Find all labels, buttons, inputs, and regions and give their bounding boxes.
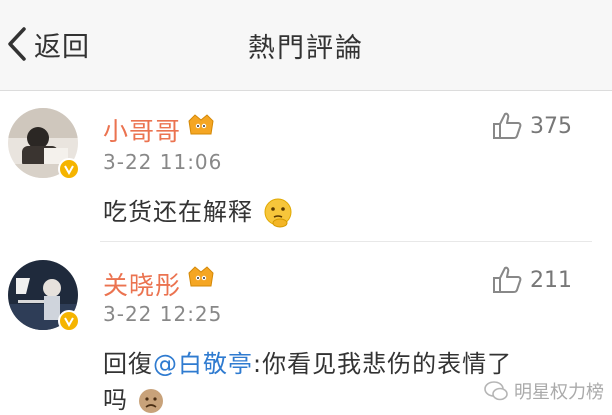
- comment-text: 吃货还在解释: [103, 192, 294, 229]
- thumbs-up-icon: [493, 266, 522, 293]
- thumbs-up-icon: [493, 112, 522, 139]
- comment-text-body: :你看见我悲伤的表情了: [253, 350, 513, 378]
- comment-text-continuation: 吗: [103, 386, 128, 414]
- top-nav-bar: 返回 熱門評論: [0, 0, 612, 91]
- like-button[interactable]: 211: [492, 266, 572, 294]
- comment-divider: [100, 241, 592, 242]
- comment-username[interactable]: 关晓彤: [103, 266, 181, 302]
- like-button[interactable]: 375: [492, 112, 572, 140]
- avatar[interactable]: [8, 108, 80, 180]
- watermark: 明星权力榜: [484, 378, 604, 404]
- comment-text-body: 吃货还在解释: [103, 198, 253, 226]
- mention-link[interactable]: @白敬亭: [153, 350, 253, 378]
- comment-text-line2: 吗: [103, 380, 165, 415]
- avatar[interactable]: [8, 260, 80, 332]
- like-count: 375: [530, 113, 572, 139]
- watermark-text: 明星权力榜: [514, 382, 604, 403]
- comment-item: 小哥哥 3-22 11:06 375 吃货还在解释: [0, 92, 612, 242]
- page-title: 熱門評論: [248, 33, 364, 64]
- comment-username[interactable]: 小哥哥: [103, 112, 181, 148]
- vip-crown-icon: [188, 266, 214, 287]
- thinking-face-icon: [264, 198, 292, 228]
- vip-crown-icon: [188, 114, 214, 135]
- verified-badge-icon: [58, 158, 80, 180]
- reply-prefix: 回復: [103, 350, 153, 378]
- verified-badge-icon: [58, 310, 80, 332]
- comment-timestamp: 3-22 12:25: [103, 302, 223, 326]
- comment-text: 回復@白敬亭:你看见我悲伤的表情了: [103, 344, 512, 379]
- like-count: 211: [530, 267, 572, 293]
- comment-timestamp: 3-22 11:06: [103, 150, 223, 174]
- sad-face-icon: [138, 389, 163, 413]
- wechat-icon: [484, 381, 508, 401]
